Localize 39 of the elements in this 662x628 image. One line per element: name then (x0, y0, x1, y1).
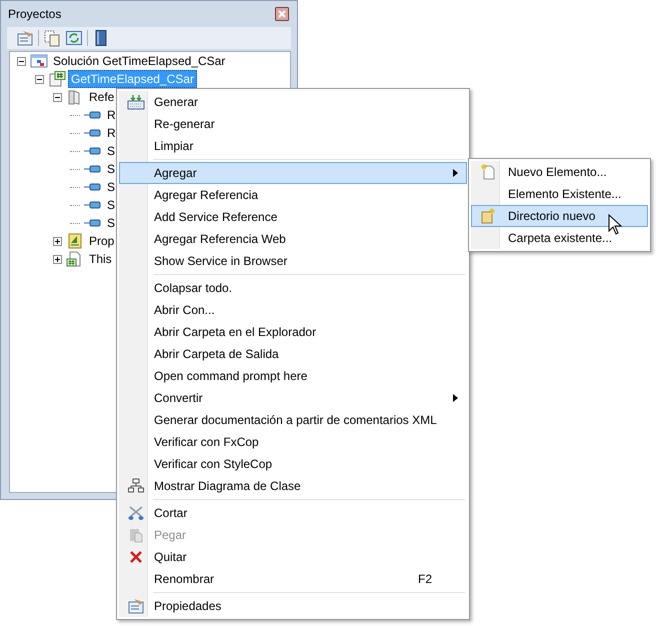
menu-item[interactable]: Mostrar Diagrama de Clase (119, 475, 467, 497)
menu-item[interactable]: Agregar Referencia Web (119, 228, 467, 250)
menu-item[interactable]: Propiedades (119, 595, 467, 617)
menu-item[interactable]: Renombrar F2 (119, 568, 467, 590)
menu-item[interactable]: Abrir Carpeta en el Explorador (119, 321, 467, 343)
menu-item[interactable]: Abrir Carpeta de Salida (119, 343, 467, 365)
menu-item[interactable]: Carpeta existente... (471, 227, 648, 249)
tree-item[interactable]: S (104, 142, 118, 160)
menu-item[interactable]: Cortar (119, 502, 467, 524)
menu-item[interactable]: Nuevo Elemento... (471, 161, 648, 183)
tree-item[interactable]: This (86, 250, 115, 268)
tree-item[interactable]: R (104, 106, 119, 124)
menu-item[interactable]: Agregar Referencia (119, 184, 467, 206)
tree-item[interactable]: S (104, 160, 118, 178)
menu-item[interactable]: Quitar (119, 546, 467, 568)
tree-item[interactable]: R (104, 124, 119, 142)
menu-item[interactable]: Re-generar (119, 113, 467, 135)
shortcut-label: F2 (418, 572, 432, 586)
menu-item[interactable]: Directorio nuevo (471, 205, 648, 227)
menu-item[interactable]: Convertir (119, 387, 467, 409)
tree-item[interactable]: Refe (86, 88, 118, 106)
menu-item[interactable]: Limpiar (119, 135, 467, 157)
menu-item[interactable]: Show Service in Browser (119, 250, 467, 272)
menu-item[interactable]: Abrir Con... (119, 299, 467, 321)
tree-item[interactable]: S (104, 196, 118, 214)
menu-item[interactable]: Generar (119, 91, 467, 113)
menu-item[interactable]: Verificar con FxCop (119, 431, 467, 453)
menu-item[interactable]: Colapsar todo. (119, 277, 467, 299)
menu-item[interactable]: Elemento Existente... (471, 183, 648, 205)
menu-item[interactable]: Generar documentación a partir de comentarios XML (119, 409, 467, 431)
menu-item[interactable]: Agregar (119, 162, 467, 184)
tree-item[interactable]: Prop (86, 232, 118, 250)
tree-item[interactable]: S (104, 214, 118, 232)
tree-item[interactable]: S (104, 178, 118, 196)
menu-item[interactable]: Open command prompt here (119, 365, 467, 387)
menu-item[interactable]: Verificar con StyleCop (119, 453, 467, 475)
panel-title: Proyectos (8, 7, 62, 21)
menu-item[interactable]: Add Service Reference (119, 206, 467, 228)
tree-item[interactable]: Solución GetTimeElapsed_CSar (50, 52, 228, 70)
